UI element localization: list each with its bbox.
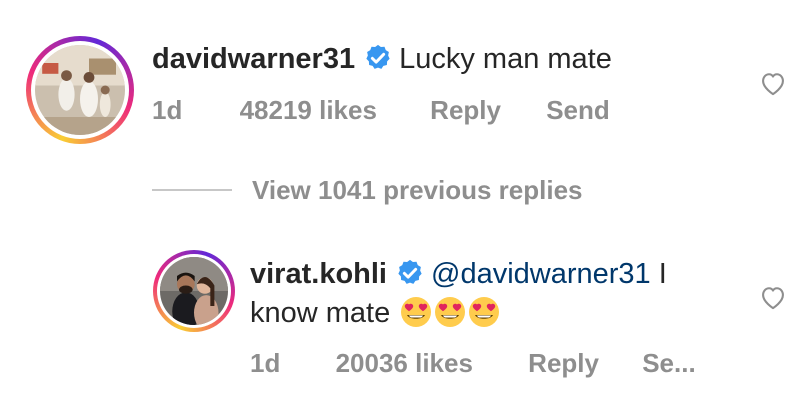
heart-eyes-emoji: [435, 297, 466, 327]
emoji-row: [398, 297, 500, 329]
avatar-davidwarner31[interactable]: [26, 36, 134, 144]
comment-1-text: Lucky man mate: [399, 43, 612, 75]
comment-1-likes[interactable]: 48219 likes: [240, 95, 377, 126]
heart-eyes-emoji: [401, 297, 432, 327]
view-previous-replies[interactable]: View 1041 previous replies: [152, 172, 582, 208]
comment-1-line: davidwarner31 Lucky man mate: [152, 41, 612, 77]
comment-2-text-tail: I: [650, 258, 667, 290]
comment-1-meta: 1d 48219 likes Reply Send: [152, 95, 610, 126]
comment-1-send-button[interactable]: Send: [546, 95, 610, 126]
comment-2-send-button[interactable]: Se...: [642, 348, 695, 379]
comment-2-mention[interactable]: @davidwarner31: [431, 258, 651, 290]
comment-2-text: know mate: [250, 297, 391, 329]
heart-outline-icon[interactable]: [759, 70, 787, 96]
avatar-photo: [35, 45, 125, 135]
comment-2-reply-button[interactable]: Reply: [528, 348, 599, 379]
comment-1-username[interactable]: davidwarner31: [152, 43, 355, 75]
comment-2-username[interactable]: virat.kohli: [250, 258, 387, 290]
divider: [152, 189, 232, 191]
comment-1-time: 1d: [152, 95, 183, 125]
comment-2-line-2: know mate: [250, 295, 500, 331]
comment-2-likes[interactable]: 20036 likes: [336, 348, 473, 379]
avatar-photo: [160, 257, 228, 325]
comment-2-line-1: virat.kohli @davidwarner31 I: [250, 256, 667, 292]
verified-badge-icon: [398, 259, 422, 284]
heart-outline-icon[interactable]: [759, 284, 787, 310]
comment-2-time: 1d: [250, 348, 281, 378]
heart-eyes-emoji: [469, 297, 500, 327]
verified-badge-icon: [366, 44, 390, 69]
avatar-virat-kohli[interactable]: [153, 250, 235, 332]
view-replies-label[interactable]: View 1041 previous replies: [252, 175, 582, 206]
comment-1-reply-button[interactable]: Reply: [430, 95, 501, 126]
comment-2-meta: 1d 20036 likes Reply Se...: [250, 348, 696, 379]
